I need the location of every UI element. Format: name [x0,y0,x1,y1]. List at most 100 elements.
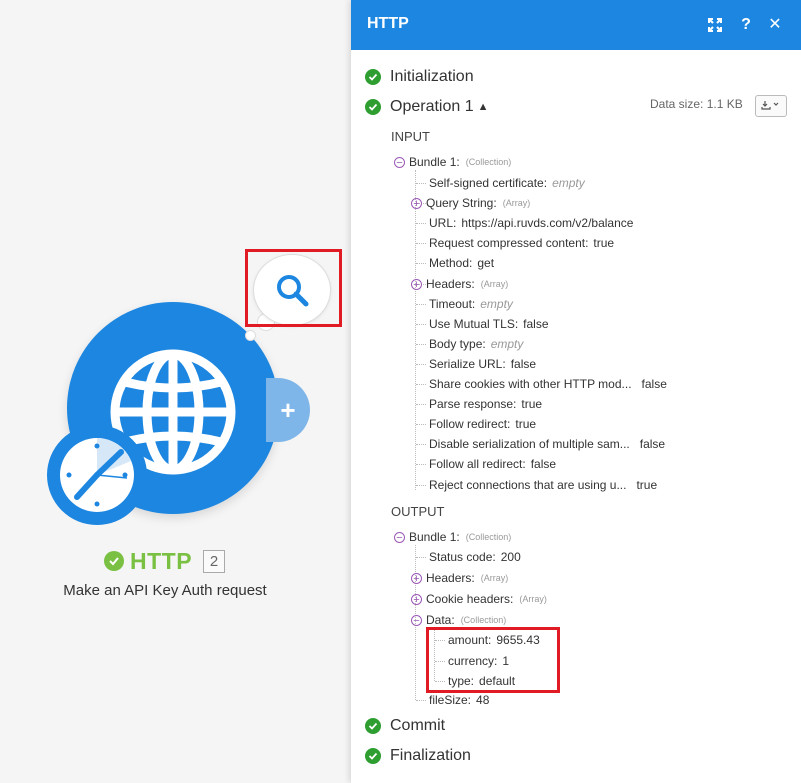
row-value: false [639,437,666,451]
expand-icon[interactable]: + [411,197,422,209]
tree-tick [416,424,426,425]
input-bundle-row[interactable]: − Bundle 1: (Collection) [394,155,511,169]
tree-tick [416,700,426,701]
row-type: (Array) [480,279,509,289]
input-row[interactable]: Follow redirect: true [429,417,536,431]
add-module-button[interactable]: + [266,378,310,442]
schedule-clock-badge[interactable] [47,425,147,525]
row-type: (Array) [502,198,531,208]
row-value: false [641,377,667,391]
row-value: empty [552,176,585,190]
stage-label: Commit [390,717,446,734]
row-key: Serialize URL: [429,357,506,371]
input-row[interactable]: + Query String: (Array) [411,196,530,210]
module-description: Make an API Key Auth request [63,582,267,599]
tree-tick [416,324,426,325]
row-key: Body type: [429,337,486,351]
row-value: https://api.ruvds.com/v2/balance [461,216,634,230]
help-button[interactable]: ? [736,14,756,36]
row-value: get [477,256,495,270]
tree-tick [416,243,426,244]
output-headers-row[interactable]: + Headers: (Array) [411,571,508,585]
output-filesize-row[interactable]: fileSize: 48 [429,693,489,707]
scenario-canvas[interactable]: + HTTP 2 Make an API Key Auth request [0,0,360,783]
row-value: empty [490,337,524,351]
row-value: true [593,236,615,250]
expand-icon[interactable] [705,14,725,36]
success-check-icon [104,551,124,571]
input-row[interactable]: Request compressed content: true [429,236,614,250]
panel-title: HTTP [367,15,409,32]
data-highlight-box [426,627,560,693]
output-status-row[interactable]: Status code: 200 [429,550,521,564]
collapse-icon[interactable]: − [394,531,405,543]
row-key: Method: [429,256,473,270]
download-button[interactable] [755,95,787,117]
input-row[interactable]: Reject connections that are using u... tr… [429,478,657,492]
expand-icon[interactable]: + [411,572,422,584]
stage-initialization[interactable]: Initialization [365,68,474,86]
tree-tick [416,404,426,405]
panel-header: HTTP ? ✕ [351,0,801,50]
input-row[interactable]: Share cookies with other HTTP mod... fals… [429,377,667,391]
input-row[interactable]: Use Mutual TLS: false [429,317,549,331]
input-row[interactable]: Serialize URL: false [429,357,536,371]
module-number: 2 [203,549,226,573]
input-row[interactable]: Timeout: empty [429,297,513,311]
expand-icon[interactable]: + [411,593,422,605]
clock-icon [60,438,134,512]
stage-label: Operation 1 [390,98,474,115]
search-highlight-box [245,249,342,327]
row-value: true [515,417,537,431]
output-data-row[interactable]: − Data: (Collection) [411,613,506,627]
module-name: HTTP [130,547,193,574]
row-value: true [636,478,658,492]
row-value: false [523,317,549,331]
row-key: URL: [429,216,457,230]
stage-commit[interactable]: Commit [365,717,445,735]
tree-tick [416,223,426,224]
input-section-label: INPUT [391,129,430,144]
close-button[interactable]: ✕ [765,14,785,36]
row-key: Disable serialization of multiple sam... [429,437,630,451]
expand-icon[interactable]: + [411,278,422,290]
row-key: Follow all redirect: [429,457,526,471]
tree-tick [416,384,426,385]
tree-tick [416,344,426,345]
stage-operation[interactable]: Operation 1 ▲ [365,98,489,116]
row-key: Request compressed content: [429,236,589,250]
input-row[interactable]: Self-signed certificate: empty [429,176,585,190]
input-row[interactable]: URL: https://api.ruvds.com/v2/balance [429,216,633,230]
input-row[interactable]: Method: get [429,256,494,270]
collapse-icon[interactable]: − [411,614,422,626]
stage-finalization[interactable]: Finalization [365,747,471,765]
output-bundle-row[interactable]: − Bundle 1: (Collection) [394,530,511,544]
row-key: Headers: [426,277,475,291]
row-key: Timeout: [429,297,476,311]
row-key: Follow redirect: [429,417,511,431]
input-row[interactable]: + Headers: (Array) [411,277,508,291]
output-section-label: OUTPUT [391,504,445,519]
row-key: Parse response: [429,397,517,411]
tree-tick [416,263,426,264]
execution-inspector-panel: HTTP ? ✕ Initialization Operation 1 ▲ Da… [351,0,801,783]
input-row[interactable]: Disable serialization of multiple sam...… [429,437,665,451]
input-row[interactable]: Follow all redirect: false [429,457,556,471]
row-value: empty [480,297,513,311]
input-row[interactable]: Body type: empty [429,337,523,351]
collapse-icon[interactable]: − [394,156,405,168]
input-row[interactable]: Parse response: true [429,397,542,411]
row-value: false [510,357,537,371]
tree-tick [416,364,426,365]
module-title: HTTP 2 [104,547,226,575]
caret-up-icon[interactable]: ▲ [478,101,489,113]
row-key: Reject connections that are using u... [429,478,627,492]
row-value: true [521,397,543,411]
data-size: Data size: 1.1 KB [650,97,743,111]
row-key: Use Mutual TLS: [429,317,519,331]
output-cookies-row[interactable]: + Cookie headers: (Array) [411,592,547,606]
stage-label: Finalization [390,747,471,764]
row-key: Share cookies with other HTTP mod... [429,377,632,391]
tree-tick [416,557,426,558]
stage-label: Initialization [390,68,474,85]
